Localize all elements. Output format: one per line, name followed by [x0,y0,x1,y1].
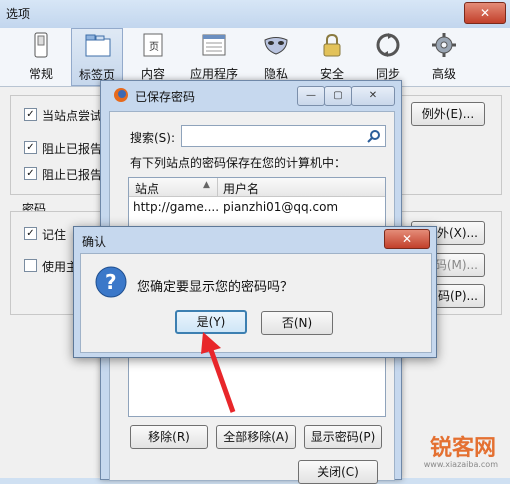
tab-label: 常规 [28,67,53,81]
column-site[interactable]: 站点 [135,180,159,197]
tab-general[interactable]: 常规 [15,28,67,86]
tabs-icon [85,34,111,57]
page-icon: 页 [143,33,163,57]
column-username[interactable]: 用户名 [223,180,259,197]
tab-advanced[interactable]: 高级 [418,28,470,86]
mask-icon [264,37,288,55]
window-close-button[interactable]: ✕ [464,2,506,24]
checkbox[interactable]: ✓ [24,108,37,121]
dialog-titlebar: 已保存密码 — ▢ ✕ [101,81,401,109]
tab-applications[interactable]: 应用程序 [188,28,240,86]
row-username: pianzhi01@qq.com [223,200,339,214]
tab-security[interactable]: 安全 [306,28,358,86]
master-password-checkbox[interactable] [24,259,37,272]
checkbox[interactable]: ✓ [24,141,37,154]
minimize-button[interactable]: — [297,86,325,106]
setting-label: 阻止已报告 [42,168,103,182]
row-site: http://game.... [133,200,220,214]
confirm-body: ? 您确定要显示您的密码吗？ 是(Y) 否(N) [80,253,432,353]
search-label: 搜索(S): [130,131,176,145]
remove-button[interactable]: 移除(R) [130,425,208,449]
confirm-message: 您确定要显示您的密码吗？ [137,280,294,295]
no-button[interactable]: 否(N) [261,311,333,335]
apps-icon [202,34,226,56]
remember-checkbox[interactable]: ✓ [24,227,37,240]
options-toolbar: 常规 标签页 页 内容 应用程序 隐私 安全 同步 高级 [0,28,510,87]
tab-privacy[interactable]: 隐私 [250,28,302,86]
show-passwords-button[interactable]: 显示密码(P) [304,425,382,449]
dialog-close-button[interactable]: ✕ [351,86,395,106]
remember-label: 记住 [42,228,67,242]
tab-content[interactable]: 页 内容 [127,28,179,86]
svg-text:页: 页 [149,41,159,53]
confirm-dialog: 确认 ✕ ? 您确定要显示您的密码吗？ 是(Y) 否(N) [73,226,437,358]
svg-text:?: ? [105,270,117,294]
sort-asc-icon: ▲ [203,180,210,190]
setting-label: 当站点尝试 [42,109,103,123]
maximize-button[interactable]: ▢ [324,86,352,106]
question-icon: ? [95,266,127,298]
options-titlebar: 选项 ✕ [0,0,510,29]
firefox-icon [114,88,128,102]
search-icon [367,130,380,143]
close-button[interactable]: 关闭(C) [298,460,378,484]
watermark: 锐客网 www.xiazaiba.com [380,404,500,474]
remove-all-button[interactable]: 全部移除(A) [216,425,296,449]
exceptions-button[interactable]: 例外(E)... [411,102,485,126]
watermark-text: 锐客网 [429,436,496,461]
red-arrow-annotation [201,332,236,413]
dialog-title: 已保存密码 [135,90,196,104]
checkbox[interactable]: ✓ [24,167,37,180]
tab-label: 高级 [431,67,456,81]
confirm-close-button[interactable]: ✕ [384,229,430,249]
window-title: 选项 [6,7,31,21]
watermark-url: www.xiazaiba.com [423,460,498,469]
table-row[interactable]: http://game.... pianzhi01@qq.com [129,198,385,216]
confirm-title: 确认 [82,235,107,249]
tab-sync[interactable]: 同步 [362,28,414,86]
gear-icon [432,33,456,57]
switch-icon [34,32,48,58]
search-input[interactable] [181,125,386,147]
setting-label: 阻止已报告 [42,142,103,156]
lock-icon [323,33,341,57]
sync-icon [376,33,400,57]
description: 有下列站点的密码保存在您的计算机中： [130,156,347,170]
table-header: 站点 ▲ 用户名 [129,178,385,197]
tab-tabs[interactable]: 标签页 [71,28,123,86]
